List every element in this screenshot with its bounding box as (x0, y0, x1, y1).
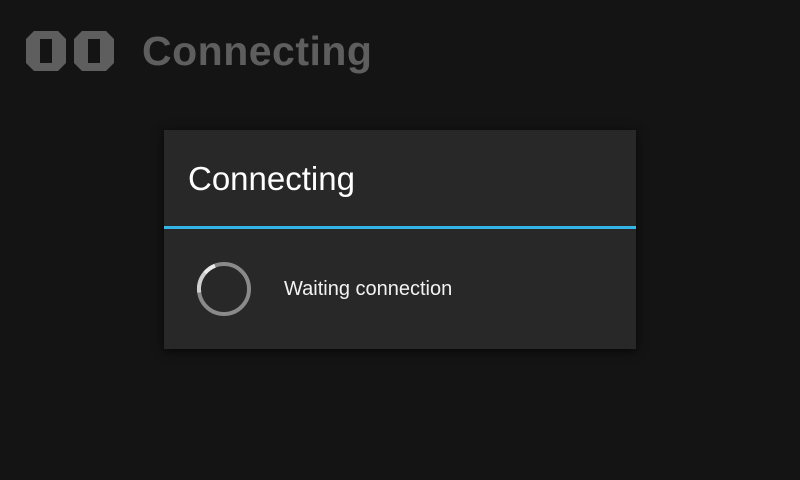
dialog-title-divider (164, 226, 636, 229)
connecting-dialog: Connecting Waiting connection (164, 130, 636, 349)
double-d-logo-icon (26, 31, 114, 71)
screen: Connecting Connecting Waiting connection (0, 0, 800, 480)
dialog-message: Waiting connection (284, 278, 453, 300)
dialog-title: Connecting (188, 160, 355, 197)
app-header: Connecting (0, 0, 800, 104)
app-title: Connecting (142, 28, 373, 74)
progress-spinner-icon (196, 262, 251, 316)
